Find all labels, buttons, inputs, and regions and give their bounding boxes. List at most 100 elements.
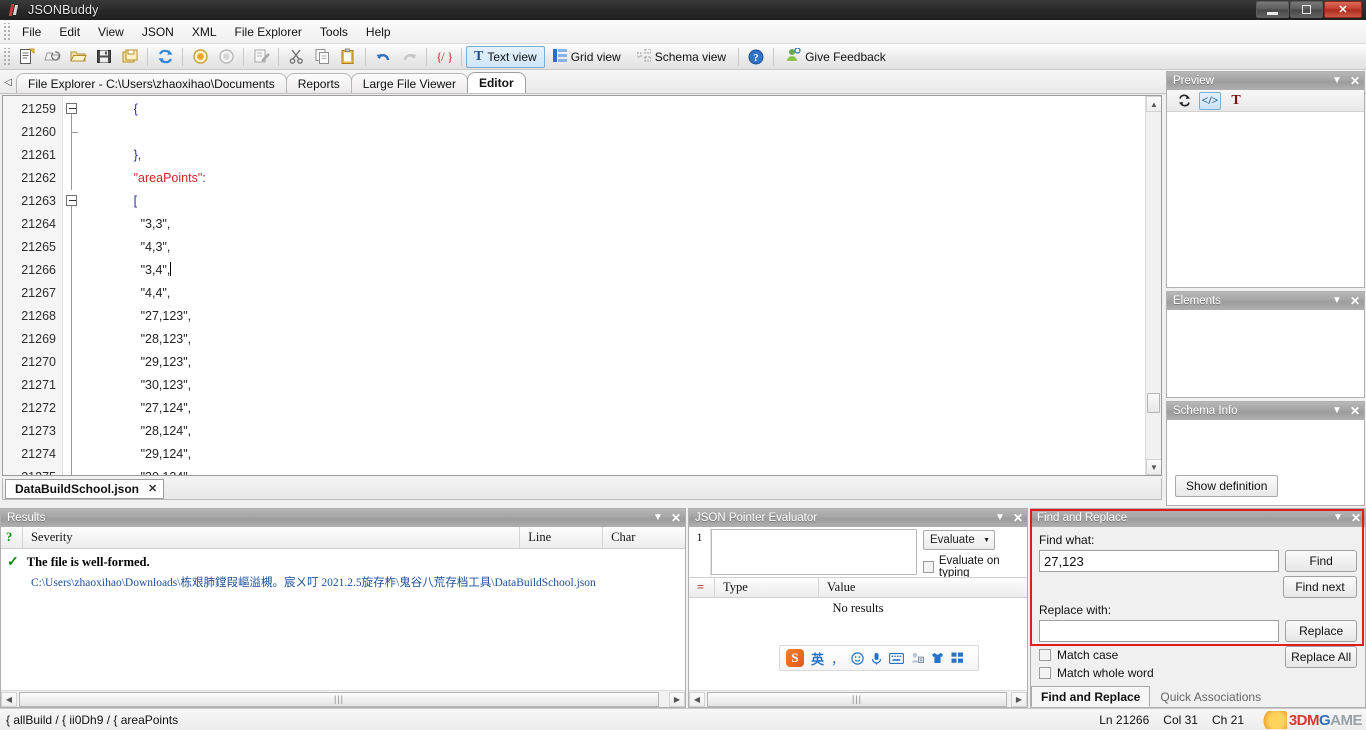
results-col-line[interactable]: Line: [520, 526, 604, 549]
ime-punctuation-icon[interactable]: ，: [831, 649, 844, 668]
code-line[interactable]: "3,4",: [85, 259, 1161, 282]
match-case-checkbox[interactable]: [1039, 649, 1051, 661]
results-col-status[interactable]: ?: [1, 526, 23, 549]
code-line[interactable]: "4,4",: [85, 282, 1161, 305]
ime-toolbox-icon[interactable]: [911, 652, 925, 664]
ime-emoji-icon[interactable]: [851, 651, 864, 665]
evaluate-button[interactable]: Evaluate ▼: [923, 530, 995, 550]
scroll-up-arrow-icon[interactable]: ▲: [1146, 96, 1161, 112]
tab-file-explorer[interactable]: File Explorer - C:\Users\zhaoxihao\Docum…: [16, 73, 287, 93]
match-whole-word-row[interactable]: Match whole word: [1039, 666, 1279, 680]
refresh-icon[interactable]: [153, 46, 177, 68]
text-view-icon[interactable]: T: [1225, 92, 1247, 110]
ime-voice-icon[interactable]: [871, 652, 882, 665]
tab-schema-view[interactable]: Schema view: [629, 46, 734, 68]
tabs-scroll-left-button[interactable]: ◁: [0, 71, 16, 93]
code-line[interactable]: {: [85, 98, 1161, 121]
fold-marker[interactable]: [63, 98, 85, 121]
code-line[interactable]: "28,123",: [85, 328, 1161, 351]
undo-icon[interactable]: [371, 46, 395, 68]
code-line[interactable]: "29,124",: [85, 443, 1161, 466]
results-scroll-track[interactable]: |||: [17, 691, 669, 707]
close-icon[interactable]: ✕: [1350, 295, 1360, 307]
save-icon[interactable]: [92, 46, 116, 68]
results-horizontal-scrollbar[interactable]: ◀ ||| ▶: [1, 690, 685, 707]
evaluate-on-typing-checkbox[interactable]: [923, 561, 934, 573]
chevron-down-icon[interactable]: ▼: [1332, 406, 1342, 416]
close-icon[interactable]: ✕: [671, 512, 681, 524]
menu-gripper-icon[interactable]: [2, 22, 10, 41]
menu-edit[interactable]: Edit: [50, 22, 89, 42]
find-next-button[interactable]: Find next: [1283, 576, 1357, 598]
fold-collapse-icon[interactable]: [66, 195, 77, 206]
chevron-down-icon[interactable]: ▼: [1333, 513, 1343, 523]
editor-scroll-thumb[interactable]: [1147, 393, 1160, 413]
menu-view[interactable]: View: [89, 22, 133, 42]
tab-reports[interactable]: Reports: [285, 73, 352, 93]
close-icon[interactable]: ✕: [1351, 512, 1361, 524]
open-recent-icon[interactable]: [40, 46, 64, 68]
redo-icon[interactable]: [397, 46, 421, 68]
chevron-down-icon[interactable]: ▼: [653, 513, 663, 523]
replace-button[interactable]: Replace: [1285, 620, 1357, 642]
scroll-left-arrow-icon[interactable]: ◀: [689, 691, 705, 707]
chevron-down-icon[interactable]: ▼: [983, 537, 990, 544]
ime-language-icon[interactable]: 英: [811, 649, 824, 668]
pointer-col-type[interactable]: Type: [715, 577, 819, 598]
copy-icon[interactable]: [310, 46, 334, 68]
document-tab-databuildschool[interactable]: DataBuildSchool.json ✕: [5, 478, 165, 499]
replace-all-button[interactable]: Replace All: [1285, 646, 1357, 668]
menu-help[interactable]: Help: [357, 22, 400, 42]
replace-with-input[interactable]: [1039, 620, 1280, 642]
paste-icon[interactable]: [336, 46, 360, 68]
tab-text-view[interactable]: T Text view: [466, 45, 545, 68]
close-icon[interactable]: ✕: [1013, 512, 1023, 524]
code-editor[interactable]: 21259 21260 21261 21262 21263 21264 21265 21266…: [2, 95, 1162, 476]
refresh-icon[interactable]: [1173, 92, 1195, 110]
validate-disabled-icon[interactable]: [214, 46, 238, 68]
scroll-left-arrow-icon[interactable]: ◀: [1, 691, 17, 707]
pointer-col-marker[interactable]: =: [689, 577, 715, 598]
chevron-down-icon[interactable]: ▼: [995, 513, 1005, 523]
scroll-right-arrow-icon[interactable]: ▶: [1011, 691, 1027, 707]
show-definition-button[interactable]: Show definition: [1175, 475, 1279, 497]
code-line[interactable]: "4,3",: [85, 236, 1161, 259]
close-icon[interactable]: ✕: [148, 482, 157, 495]
code-line[interactable]: [85, 121, 1161, 144]
tab-editor[interactable]: Editor: [466, 72, 526, 93]
code-line[interactable]: "areaPoints":: [85, 167, 1161, 190]
close-button[interactable]: ✕: [1324, 1, 1362, 18]
tab-grid-view[interactable]: Grid view: [545, 46, 629, 68]
toolbar-gripper-icon[interactable]: [2, 47, 10, 66]
scroll-down-arrow-icon[interactable]: ▼: [1146, 459, 1161, 475]
ime-keyboard-icon[interactable]: [889, 652, 904, 664]
sogou-input-toolbar[interactable]: S 英 ，: [779, 645, 979, 671]
validate-icon[interactable]: [188, 46, 212, 68]
tab-large-file-viewer[interactable]: Large File Viewer: [350, 73, 468, 93]
edit-schema-icon[interactable]: [249, 46, 273, 68]
results-scroll-thumb[interactable]: |||: [19, 691, 659, 707]
give-feedback-button[interactable]: Give Feedback: [778, 46, 894, 68]
match-whole-word-checkbox[interactable]: [1039, 667, 1051, 679]
tab-quick-associations[interactable]: Quick Associations: [1150, 686, 1272, 707]
maximize-button[interactable]: [1290, 1, 1323, 18]
ime-skin-icon[interactable]: [931, 652, 944, 664]
minimize-button[interactable]: [1256, 1, 1289, 18]
code-line[interactable]: "3,3",: [85, 213, 1161, 236]
ime-apps-icon[interactable]: [951, 652, 964, 664]
cut-icon[interactable]: [284, 46, 308, 68]
menu-xml[interactable]: XML: [183, 22, 226, 42]
pointer-scroll-thumb[interactable]: |||: [707, 691, 1007, 707]
chevron-down-icon[interactable]: ▼: [1332, 76, 1342, 86]
fold-collapse-icon[interactable]: [66, 103, 77, 114]
chevron-down-icon[interactable]: ▼: [1332, 296, 1342, 306]
tab-find-and-replace[interactable]: Find and Replace: [1031, 686, 1151, 707]
menu-file-explorer[interactable]: File Explorer: [226, 22, 311, 42]
match-case-row[interactable]: Match case: [1039, 648, 1279, 662]
find-what-input[interactable]: 27,123: [1039, 550, 1280, 572]
results-list[interactable]: ✓ The file is well-formed. C:\Users\zhao…: [1, 549, 685, 685]
pointer-scroll-track[interactable]: |||: [705, 691, 1011, 707]
open-folder-icon[interactable]: [66, 46, 90, 68]
new-file-icon[interactable]: [14, 46, 38, 68]
code-line[interactable]: "30,123",: [85, 374, 1161, 397]
